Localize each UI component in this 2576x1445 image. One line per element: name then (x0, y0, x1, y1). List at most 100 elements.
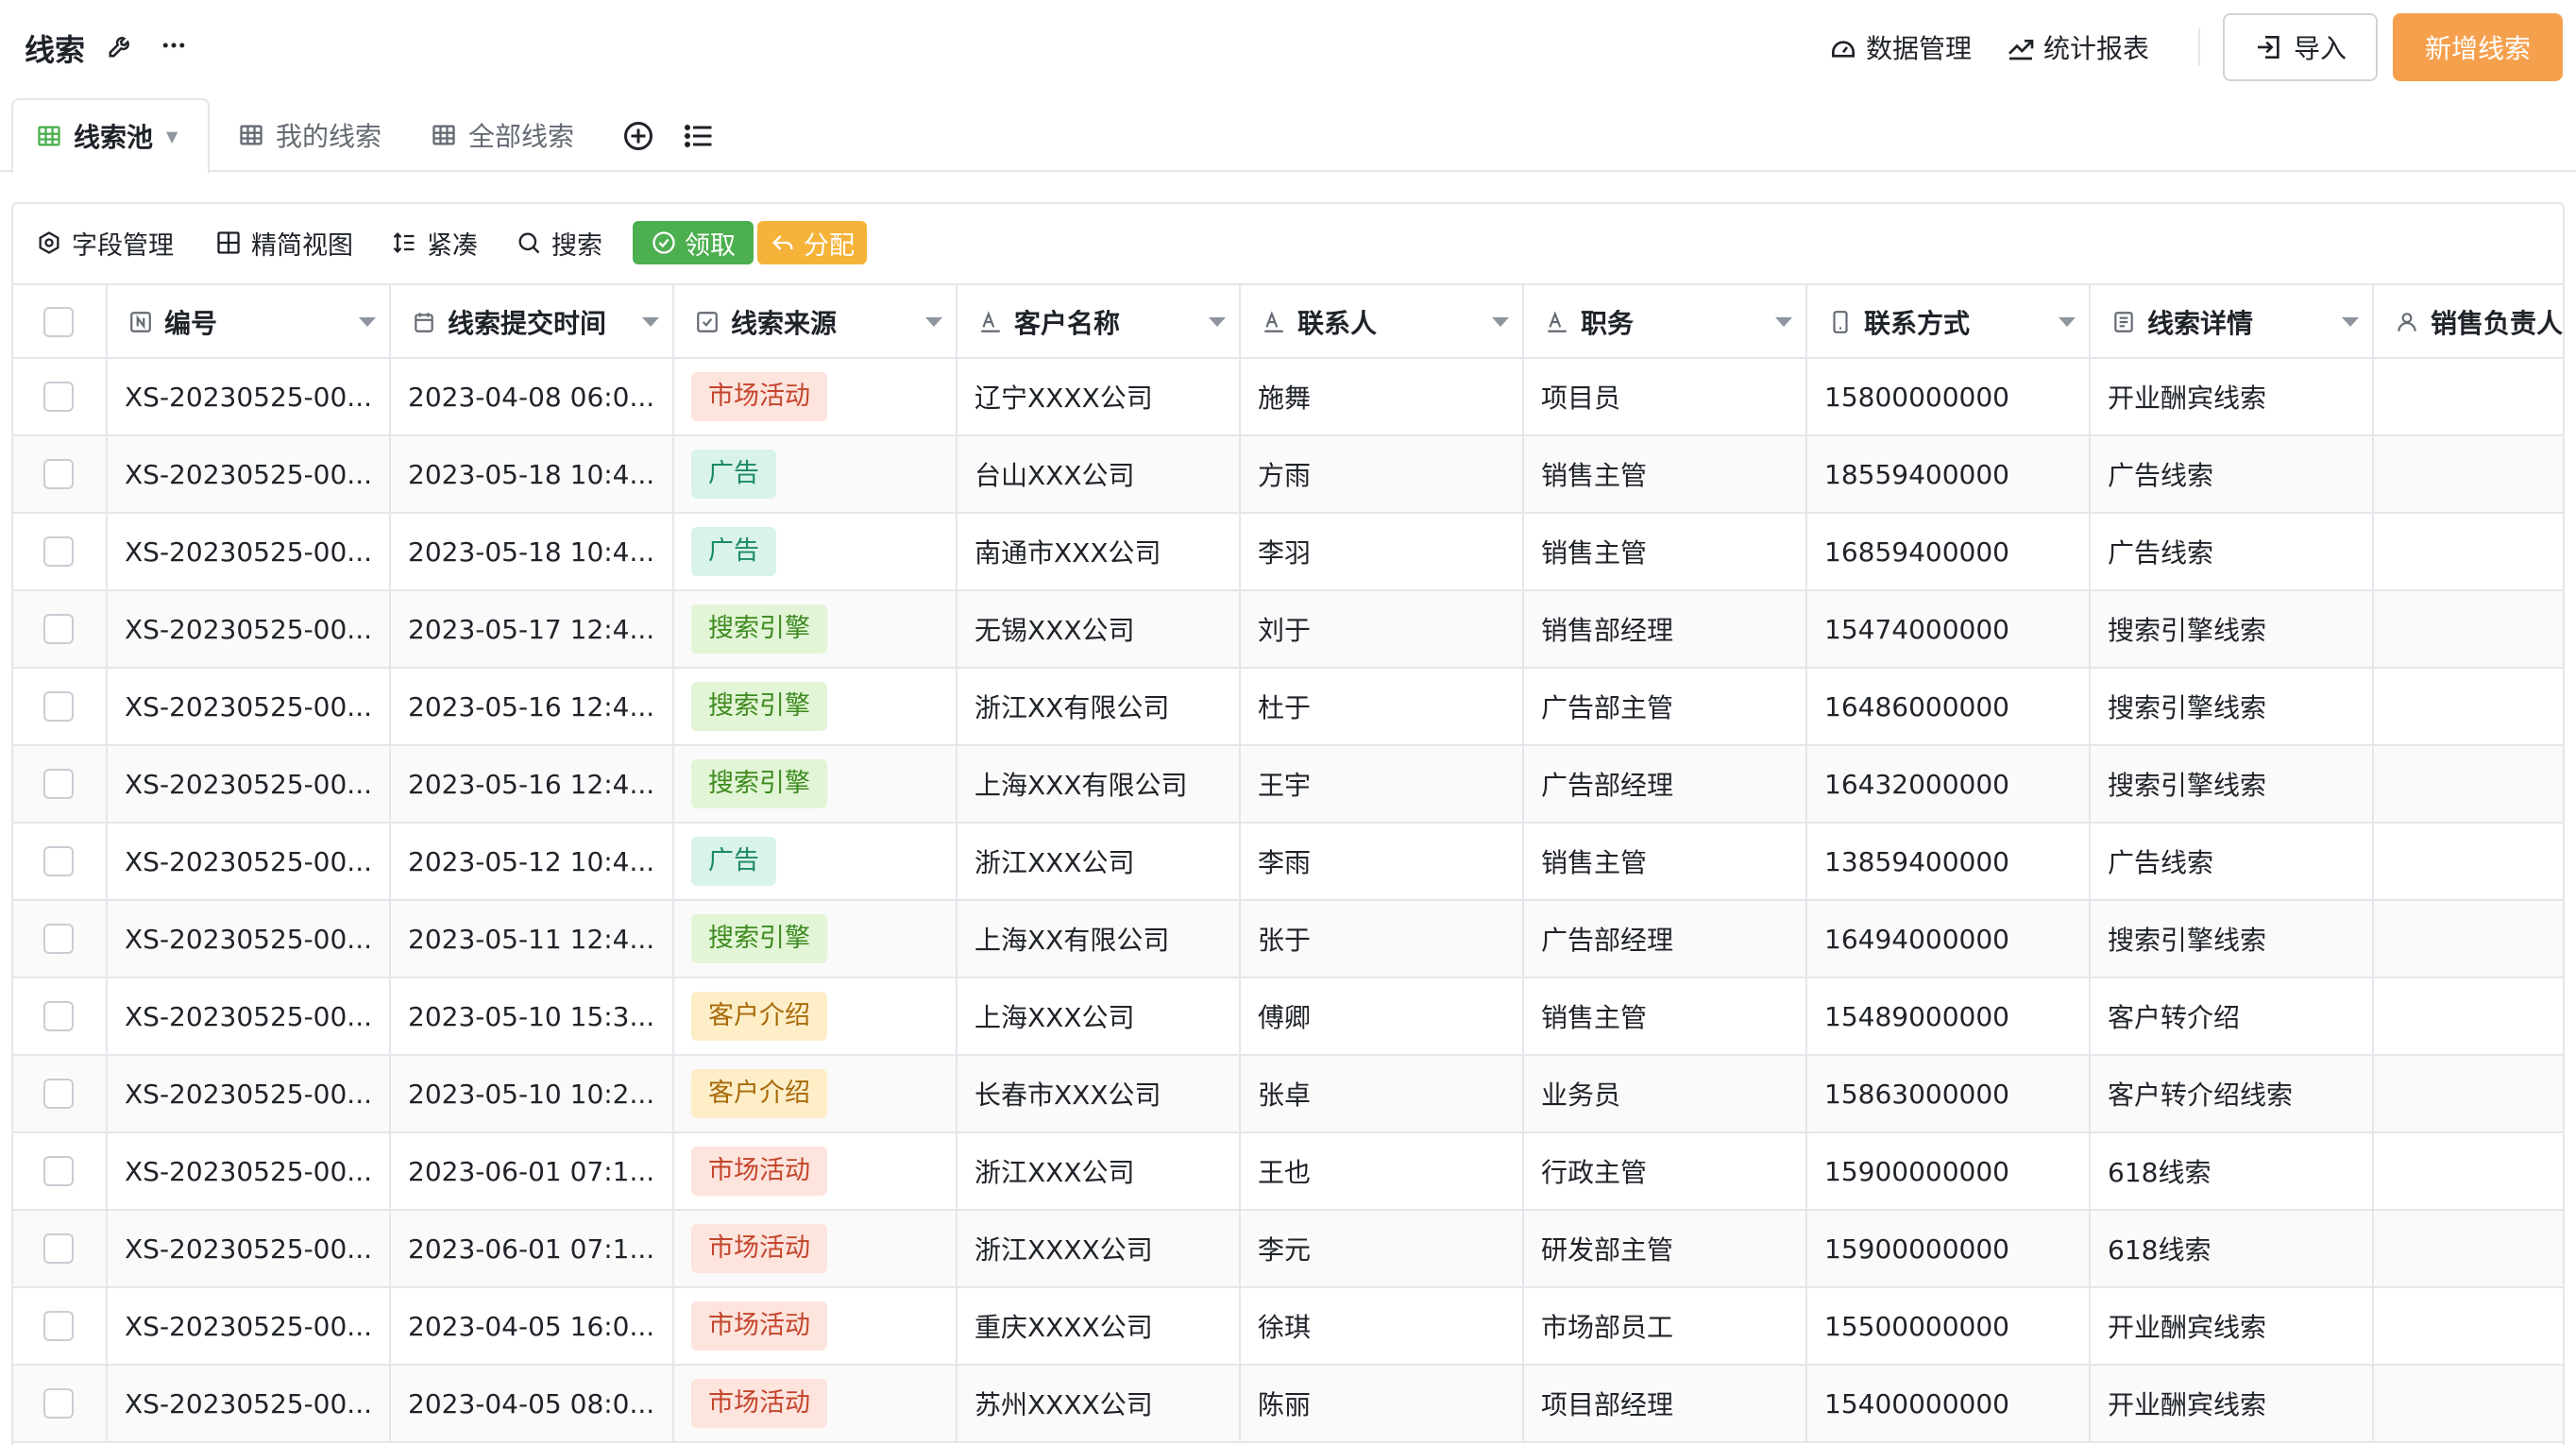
cell-id[interactable]: XS-20230525-00... (108, 824, 391, 899)
cell-contact[interactable]: 张于 (1241, 901, 1524, 977)
row-checkbox[interactable] (43, 536, 74, 567)
cell-id[interactable]: XS-20230525-00... (108, 901, 391, 977)
row-checkbox[interactable] (43, 1388, 74, 1419)
cell-owner[interactable] (2374, 669, 2563, 744)
tab-all-leads[interactable]: 全部线索 (431, 98, 574, 172)
cell-owner[interactable] (2374, 436, 2563, 512)
cell-customer[interactable]: 长春市XXX公司 (958, 1056, 1241, 1131)
table-row[interactable]: XS-20230525-00... 2023-06-01 07:1... 市场活动 浙… (13, 1133, 2563, 1211)
cell-title[interactable]: 行政主管 (1524, 1133, 1807, 1209)
chevron-down-icon[interactable] (925, 317, 942, 327)
cell-time[interactable]: 2023-05-10 10:2... (391, 1056, 674, 1131)
cell-owner[interactable] (2374, 901, 2563, 977)
cell-contact[interactable]: 徐琪 (1241, 1288, 1524, 1364)
cell-customer[interactable]: 浙江XXX公司 (958, 824, 1241, 899)
assign-button[interactable]: 分配 (757, 221, 867, 264)
chevron-down-icon[interactable] (1209, 317, 1226, 327)
wrench-icon[interactable] (104, 28, 138, 62)
table-row[interactable]: XS-20230525-00... 2023-05-16 12:4... 搜索引擎 浙… (13, 669, 2563, 746)
cell-source[interactable]: 搜索引擎 (674, 669, 958, 744)
cell-id[interactable]: XS-20230525-00... (108, 978, 391, 1054)
cell-title[interactable]: 市场部员工 (1524, 1288, 1807, 1364)
cell-detail[interactable]: 618线索 (2091, 1133, 2374, 1209)
cell-phone[interactable]: 15900000000 (1807, 1211, 2091, 1286)
cell-id[interactable]: XS-20230525-00... (108, 1133, 391, 1209)
cell-id[interactable]: XS-20230525-00... (108, 746, 391, 822)
cell-source[interactable]: 广告 (674, 824, 958, 899)
tab-lead-pool[interactable]: 线索池 ▼ (11, 98, 210, 174)
cell-id[interactable]: XS-20230525-00... (108, 669, 391, 744)
cell-owner[interactable] (2374, 1056, 2563, 1131)
cell-title[interactable]: 销售主管 (1524, 824, 1807, 899)
row-checkbox[interactable] (43, 459, 74, 489)
cell-source[interactable]: 搜索引擎 (674, 746, 958, 822)
column-header-time[interactable]: 线索提交时间 (391, 285, 674, 359)
cell-time[interactable]: 2023-05-18 10:4... (391, 436, 674, 512)
cell-customer[interactable]: 无锡XXX公司 (958, 591, 1241, 667)
cell-time[interactable]: 2023-05-18 10:4... (391, 514, 674, 589)
cell-phone[interactable]: 16494000000 (1807, 901, 2091, 977)
cell-contact[interactable]: 李元 (1241, 1211, 1524, 1286)
cell-source[interactable]: 市场活动 (674, 1211, 958, 1286)
cell-customer[interactable]: 辽宁XXXX公司 (958, 359, 1241, 434)
cell-id[interactable]: XS-20230525-00... (108, 591, 391, 667)
cell-title[interactable]: 销售主管 (1524, 436, 1807, 512)
cell-detail[interactable]: 广告线索 (2091, 824, 2374, 899)
field-management-button[interactable]: 字段管理 (36, 221, 174, 264)
cell-customer[interactable]: 浙江XXXX公司 (958, 1211, 1241, 1286)
more-icon[interactable] (157, 28, 191, 62)
row-checkbox[interactable] (43, 614, 74, 644)
row-checkbox[interactable] (43, 924, 74, 954)
row-checkbox[interactable] (43, 846, 74, 876)
select-all-checkbox[interactable] (43, 307, 74, 337)
cell-detail[interactable]: 开业酬宾线索 (2091, 1288, 2374, 1364)
table-row[interactable]: XS-20230525-00... 2023-05-11 12:4... 搜索引擎 上… (13, 901, 2563, 978)
cell-owner[interactable] (2374, 1366, 2563, 1441)
cell-detail[interactable]: 搜索引擎线索 (2091, 591, 2374, 667)
cell-customer[interactable]: 浙江XX有限公司 (958, 669, 1241, 744)
column-header-contact[interactable]: 联系人 (1241, 285, 1524, 359)
cell-owner[interactable] (2374, 591, 2563, 667)
cell-detail[interactable]: 618线索 (2091, 1211, 2374, 1286)
cell-phone[interactable]: 15400000000 (1807, 1366, 2091, 1441)
column-header-source[interactable]: 线索来源 (674, 285, 958, 359)
cell-phone[interactable]: 15900000000 (1807, 1133, 2091, 1209)
cell-title[interactable]: 销售部经理 (1524, 591, 1807, 667)
cell-time[interactable]: 2023-06-01 07:1... (391, 1133, 674, 1209)
cell-source[interactable]: 广告 (674, 436, 958, 512)
column-header-owner[interactable]: 销售负责人 (2374, 285, 2563, 359)
cell-title[interactable]: 研发部主管 (1524, 1211, 1807, 1286)
cell-owner[interactable] (2374, 1133, 2563, 1209)
cell-phone[interactable]: 15800000000 (1807, 359, 2091, 434)
cell-id[interactable]: XS-20230525-00... (108, 1288, 391, 1364)
cell-id[interactable]: XS-20230525-00... (108, 436, 391, 512)
table-row[interactable]: XS-20230525-00... 2023-04-08 06:0... 市场活动 辽… (13, 359, 2563, 436)
column-header-title[interactable]: 职务 (1524, 285, 1807, 359)
cell-time[interactable]: 2023-04-08 06:0... (391, 359, 674, 434)
cell-owner[interactable] (2374, 1211, 2563, 1286)
cell-detail[interactable]: 搜索引擎线索 (2091, 669, 2374, 744)
chevron-down-icon[interactable] (642, 317, 659, 327)
row-checkbox[interactable] (43, 382, 74, 412)
column-header-detail[interactable]: 线索详情 (2091, 285, 2374, 359)
cell-customer[interactable]: 浙江XXX公司 (958, 1133, 1241, 1209)
cell-id[interactable]: XS-20230525-00... (108, 514, 391, 589)
cell-title[interactable]: 项目部经理 (1524, 1366, 1807, 1441)
cell-phone[interactable]: 15474000000 (1807, 591, 2091, 667)
table-row[interactable]: XS-20230525-00... 2023-05-18 10:4... 广告 南通市… (13, 514, 2563, 591)
cell-contact[interactable]: 杜于 (1241, 669, 1524, 744)
cell-title[interactable]: 项目员 (1524, 359, 1807, 434)
cell-detail[interactable]: 开业酬宾线索 (2091, 1366, 2374, 1441)
cell-customer[interactable]: 南通市XXX公司 (958, 514, 1241, 589)
cell-id[interactable]: XS-20230525-00... (108, 359, 391, 434)
row-checkbox[interactable] (43, 1156, 74, 1186)
cell-customer[interactable]: 上海XXX有限公司 (958, 746, 1241, 822)
cell-owner[interactable] (2374, 978, 2563, 1054)
cell-id[interactable]: XS-20230525-00... (108, 1056, 391, 1131)
cell-source[interactable]: 市场活动 (674, 1288, 958, 1364)
cell-source[interactable]: 搜索引擎 (674, 901, 958, 977)
cell-time[interactable]: 2023-05-12 10:4... (391, 824, 674, 899)
cell-phone[interactable]: 15863000000 (1807, 1056, 2091, 1131)
cell-id[interactable]: XS-20230525-00... (108, 1211, 391, 1286)
cell-detail[interactable]: 客户转介绍线索 (2091, 1056, 2374, 1131)
